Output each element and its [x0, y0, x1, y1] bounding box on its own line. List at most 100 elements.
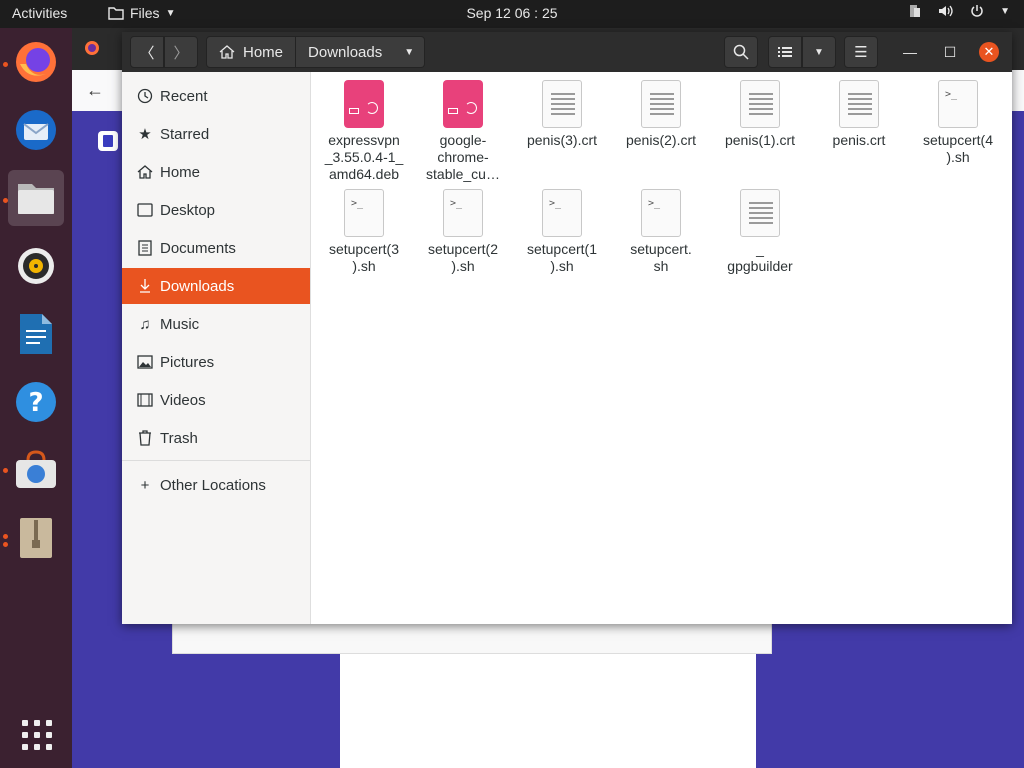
package-icon [443, 80, 483, 128]
path-home-label: Home [243, 43, 284, 61]
sidebar-item-label: Downloads [160, 277, 235, 295]
sidebar-item-label: Documents [160, 239, 236, 257]
path-current-label: Downloads [308, 43, 383, 61]
page-card-body [340, 654, 756, 768]
rhythmbox-icon[interactable] [8, 238, 64, 294]
file-name: _ gpgbuilder [727, 241, 793, 274]
home-icon [219, 45, 235, 59]
sidebar-item-label: Home [160, 163, 201, 181]
minimize-icon[interactable]: — [900, 42, 920, 62]
clipboard-icon[interactable] [908, 4, 922, 18]
file-item[interactable]: penis.crt [811, 72, 907, 149]
header-bar: 〈 〉 Home Downloads ▼ ▼ ☰ — ☐ ✕ [122, 32, 1012, 72]
files-icon[interactable] [8, 170, 64, 226]
file-item[interactable]: google-chrome-stable_cu… [415, 72, 511, 183]
sidebar-item-music[interactable]: ♫ Music [122, 306, 310, 342]
chevron-left-icon: 〈 [139, 44, 155, 62]
file-name: setupcert(3).sh [328, 241, 400, 274]
text-file-icon [740, 80, 780, 128]
list-view-icon [778, 47, 792, 57]
sidebar-item-label: Desktop [160, 201, 216, 219]
back-button[interactable]: 〈 [130, 36, 164, 68]
back-arrow-icon[interactable]: ← [86, 80, 104, 101]
download-icon [136, 277, 154, 295]
file-item[interactable]: >_ setupcert. sh [613, 181, 709, 275]
thunderbird-icon[interactable] [8, 102, 64, 158]
sidebar-item-label: Other Locations [160, 476, 266, 494]
help-icon[interactable]: ? [8, 374, 64, 430]
activities-button[interactable]: Activities [12, 5, 67, 21]
top-bar: Activities Files ▼ Sep 12 06 : 25 ▼ [0, 0, 1024, 28]
firefox-tab-icon[interactable] [84, 40, 100, 56]
sidebar-item-trash[interactable]: Trash [122, 420, 310, 456]
file-item[interactable]: >_ setupcert(3).sh [316, 181, 412, 275]
sidebar-item-recent[interactable]: Recent [122, 78, 310, 114]
software-icon[interactable] [8, 442, 64, 498]
file-item[interactable]: >_ setupcert(2).sh [415, 181, 511, 275]
search-button[interactable] [724, 36, 758, 68]
sidebar-item-pictures[interactable]: Pictures [122, 344, 310, 380]
path-current-button[interactable]: Downloads ▼ [296, 36, 426, 68]
show-applications-icon[interactable] [20, 718, 52, 750]
search-icon [733, 44, 749, 60]
script-file-icon: >_ [542, 189, 582, 237]
file-item[interactable]: _ gpgbuilder [712, 181, 808, 275]
app-menu[interactable]: Files ▼ [108, 5, 175, 21]
pictures-icon [136, 353, 154, 371]
documents-icon [136, 239, 154, 257]
file-grid: expressvpn _3.55.0.4-1_ amd64.deb google-c… [312, 72, 1012, 624]
script-file-icon: >_ [344, 189, 384, 237]
desktop-icon [136, 201, 154, 219]
sidebar-item-downloads[interactable]: Downloads [122, 268, 310, 304]
file-item[interactable]: penis(3).crt [514, 72, 610, 149]
chevron-down-icon: ▼ [814, 46, 824, 58]
sidebar-divider [122, 460, 310, 461]
package-icon [344, 80, 384, 128]
sidebar-item-starred[interactable]: ★ Starred [122, 116, 310, 152]
folder-icon [108, 7, 124, 20]
sidebar-item-label: Starred [160, 125, 210, 143]
file-item[interactable]: expressvpn _3.55.0.4-1_ amd64.deb [316, 72, 412, 183]
sidebar-item-home[interactable]: Home [122, 154, 310, 190]
file-name: penis(1).crt [724, 132, 796, 148]
file-item[interactable]: >_ setupcert(1).sh [514, 181, 610, 275]
script-file-icon: >_ [641, 189, 681, 237]
menu-button[interactable]: ☰ [844, 36, 878, 68]
writer-icon[interactable] [8, 306, 64, 362]
view-list-button[interactable] [768, 36, 802, 68]
page-favicon [98, 131, 118, 151]
file-name: penis(3).crt [526, 132, 598, 148]
sidebar-item-label: Trash [160, 429, 198, 447]
sidebar-item-desktop[interactable]: Desktop [122, 192, 310, 228]
power-icon[interactable] [970, 4, 984, 18]
firefox-icon[interactable] [8, 34, 64, 90]
music-icon: ♫ [139, 315, 151, 333]
forward-button[interactable]: 〉 [164, 36, 198, 68]
path-home-button[interactable]: Home [206, 36, 297, 68]
maximize-icon[interactable]: ☐ [940, 42, 960, 62]
close-icon[interactable]: ✕ [979, 42, 999, 62]
text-file-icon [740, 189, 780, 237]
chevron-down-icon[interactable]: ▼ [1000, 6, 1010, 17]
script-file-icon: >_ [443, 189, 483, 237]
system-tray[interactable]: ▼ [908, 4, 1010, 18]
volume-icon[interactable] [938, 4, 954, 18]
script-file-icon: >_ [938, 80, 978, 128]
sidebar-item-label: Music [160, 315, 200, 333]
file-name: penis(2).crt [625, 132, 697, 148]
sidebar-item-videos[interactable]: Videos [122, 382, 310, 418]
sidebar-item-label: Pictures [160, 353, 215, 371]
file-item[interactable]: penis(1).crt [712, 72, 808, 149]
view-options-button[interactable]: ▼ [802, 36, 836, 68]
archive-icon[interactable] [8, 510, 64, 566]
text-file-icon [542, 80, 582, 128]
file-item[interactable]: >_ setupcert(4).sh [910, 72, 1006, 166]
sidebar-item-documents[interactable]: Documents [122, 230, 310, 266]
files-window: 〈 〉 Home Downloads ▼ ▼ ☰ — ☐ ✕ Recent ★ … [122, 32, 1012, 624]
file-name: expressvpn _3.55.0.4-1_ amd64.deb [324, 132, 404, 182]
sidebar-item-other-locations[interactable]: + Other Locations [122, 467, 310, 503]
file-name: setupcert(2).sh [427, 241, 499, 274]
file-name: setupcert. sh [630, 241, 692, 274]
app-menu-label: Files [130, 5, 160, 21]
file-item[interactable]: penis(2).crt [613, 72, 709, 149]
